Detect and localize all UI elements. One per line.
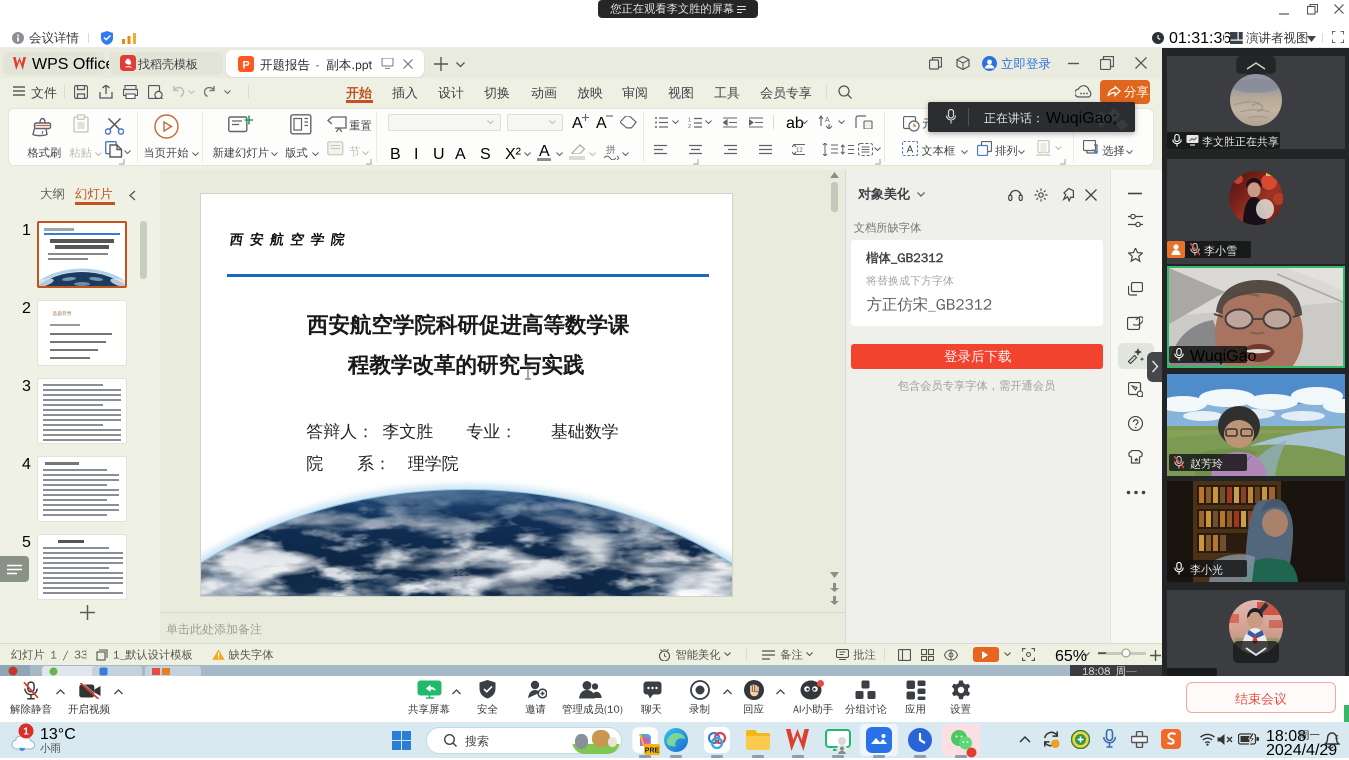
svg-text:z: z [1335,734,1339,741]
svg-text:P: P [242,60,249,72]
svg-text:1: 1 [688,118,691,124]
svg-text:A: A [907,145,914,156]
svg-text:1: 1 [23,727,29,738]
svg-text:A: A [825,117,830,124]
svg-text:2: 2 [688,124,691,128]
svg-text:12: 12 [796,148,803,154]
svg-text:PRE: PRE [645,748,660,755]
svg-text:123: 123 [453,568,470,579]
